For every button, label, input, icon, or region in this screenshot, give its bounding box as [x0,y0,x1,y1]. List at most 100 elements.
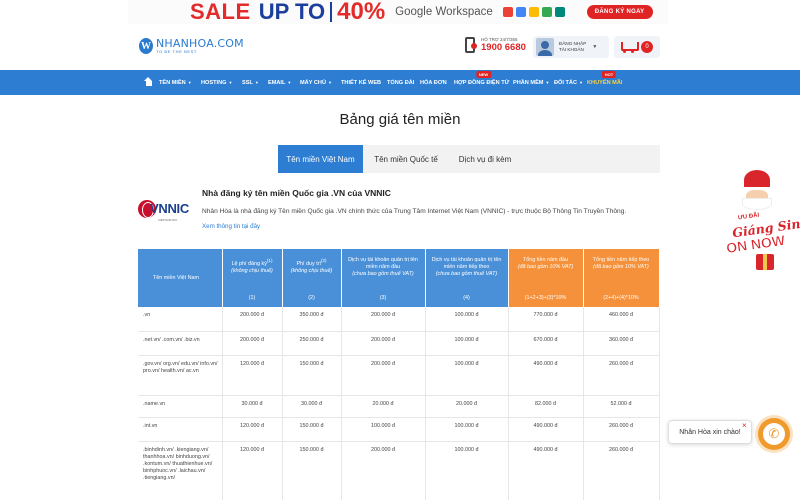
account-line2: TÀI KHOẢN [559,47,584,52]
header-note: (chưa bao gồm thuế VAT) [352,271,414,277]
header-note: (đã bao gồm 10% VAT) [593,264,649,270]
chat-greeting-bubble[interactable]: Nhân Hòa xin chào! [668,420,752,444]
site-logo[interactable]: W NHANHOA.COM TO BE THE BEST [139,38,244,54]
cart-icon [619,41,639,53]
nav-item-label: HÓA ĐƠN [420,79,447,86]
cell-fee: 200.000 đ [222,307,283,332]
registrar-info-link[interactable]: Xem thông tin tại đây [202,223,260,230]
nav-badge: NEW [475,70,492,78]
cell-fee: 120.000 đ [222,417,283,442]
promo-upto-text: UP TO [258,0,326,24]
docs-icon [541,7,552,17]
header-index: (2+4)+(4)*10% [603,295,639,301]
header-index: (3) [379,295,387,301]
account-login-button[interactable]: ĐĂNG NHẬP TÀI KHOẢN ▼ [533,36,609,58]
santa-hat-icon [741,170,773,193]
nav-item-7[interactable]: HÓA ĐƠN [420,80,454,86]
cell-next: 100.000 đ [425,331,509,356]
promo-banner[interactable]: SALE UP TO 40% Google Workspace ĐĂNG KÝ … [128,0,668,24]
page-title: Bảng giá tên miền [339,111,461,128]
cell-name: .gov.vn/ org.vn/ edu.vn/ info.vn/ pro.vn… [138,355,223,396]
promo-discount: 40% [337,0,386,25]
cell-total-first: 490.000 đ [508,355,584,396]
cell-first: 200.000 đ [341,355,426,396]
nav-item-10[interactable]: ĐỐI TÁC ▼ [554,80,587,86]
call-button[interactable]: ✆ [758,418,790,450]
nav-item-2[interactable]: SSL ▼ [242,80,268,86]
table-header-2: Phí duy trì(2) (không chịu thuế) (2) [282,249,342,307]
chat-close-icon[interactable]: × [742,421,747,430]
chevron-down-icon: ▼ [328,79,332,85]
cell-fee: 120.000 đ [222,355,283,396]
nav-item-5[interactable]: THIẾT KẾ WEB [341,80,387,86]
nav-item-label: ĐỐI TÁC [554,79,577,86]
nav-item-3[interactable]: EMAIL ▼ [268,80,300,86]
vnnic-logo: VNNIC VIETNAM NIC [138,197,192,225]
promo-divider [330,2,333,22]
cell-total-next: 360.000 đ [583,331,660,356]
tab-vietnam-domains[interactable]: Tên miền Việt Nam [278,145,363,173]
phone-call-icon: ✆ [763,423,785,445]
cell-fee: 30.000 đ [222,395,283,418]
header-index: (1) [248,295,256,301]
promo-product: Google Workspace [395,6,493,18]
cell-total-first: 770.000 đ [508,307,584,332]
header-text: Tên miền Việt Nam [153,274,200,281]
table-header-4: Dịch vụ tài khoản quản trị tên miền năm … [425,249,509,307]
calendar-icon [515,7,526,17]
table-row: .name.vn 30.000 đ 30.000 đ 20.000 đ 20.000 đ… [138,395,660,418]
cell-total-next: 260.000 đ [583,417,660,442]
nav-item-label: PHẦN MỀM [513,79,544,86]
promo-small-text: ƯU ĐÃI [737,212,760,222]
nav-item-6[interactable]: TỔNG ĐÀI [387,80,420,86]
google-apps-icons [502,7,565,17]
cell-maintain: 150.000 đ [282,417,342,442]
nav-item-4[interactable]: MÁY CHỦ ▼ [300,80,341,86]
nav-item-label: KHUYẾN MÃI [587,79,623,86]
home-icon[interactable] [144,77,153,86]
cell-maintain: 150.000 đ [282,441,342,500]
tab-international-domains[interactable]: Tên miền Quốc tế [363,145,449,173]
header-note: (không chịu thuế) [231,267,273,274]
domain-price-table: Tên miền Việt Nam Lệ phí đăng ký(1) (không… [138,249,660,500]
santa-beard-icon [742,198,772,210]
chevron-down-icon: ▼ [592,44,598,50]
nav-item-label: HOSTING [201,79,227,86]
gift-icon [756,254,774,270]
header-text: Dịch vụ tài khoản quản trị tên miền năm … [348,257,418,270]
cell-maintain: 350.000 đ [282,307,342,332]
logo-mark-icon: W [139,38,153,54]
header-index: (1+2+3)+(3)*10% [524,295,567,301]
table-row: .int.vn 120.000 đ 150.000 đ 100.000 đ 100.00… [138,417,660,442]
nav-item-1[interactable]: HOSTING ▼ [201,80,242,86]
cell-maintain: 30.000 đ [282,395,342,418]
registrar-description: Nhân Hòa là nhà đăng ký Tên miền Quốc gi… [202,208,627,215]
logo-name: NHANHOA.COM [156,37,244,50]
christmas-promo-badge[interactable]: ƯU ĐÃI Giáng Sinh ON NOW [718,170,800,280]
cell-name: .net.vn/ .com.vn/ .biz.vn [138,331,223,356]
vnnic-logo-sub: VIETNAM NIC [158,218,178,222]
table-header-6: Tổng tiền năm tiếp theo (đã bao gồm 10% V… [583,249,660,307]
cart-button[interactable]: 0 [614,36,660,58]
promo-register-button[interactable]: ĐĂNG KÝ NGAY [586,5,653,19]
hotline[interactable]: HỖ TRỢ 24/7/365 1900 6680 [465,37,526,53]
phone-icon [465,37,477,53]
chevron-down-icon: ▼ [187,79,192,85]
cell-total-next: 260.000 đ [583,441,660,500]
chevron-down-icon: ▼ [254,79,259,85]
chevron-down-icon: ▼ [579,79,583,85]
nav-item-label: MÁY CHỦ [300,79,327,86]
nav-item-8[interactable]: HỢP ĐỒNG ĐIỆN TỬ NEW [454,70,513,86]
site-header: W NHANHOA.COM TO BE THE BEST HỖ TRỢ 24/7… [0,24,800,70]
table-row: .net.vn/ .com.vn/ .biz.vn 200.000 đ 250.00… [138,331,660,356]
nav-item-9[interactable]: PHẦN MỀM ▼ [513,80,554,86]
cell-total-first: 82.000 đ [508,395,584,418]
cell-name: .name.vn [138,395,223,418]
table-header-5: Tổng tiền năm đầu (đã bao gồm 10% VAT) (1+… [508,249,584,307]
nav-item-0[interactable]: TÊN MIỀN ▼ [159,80,201,86]
header-note: (không chịu thuế) [290,267,333,274]
header-note: (chưa bao gồm thuế VAT) [435,271,498,277]
nav-item-11[interactable]: KHUYẾN MÃI HOT [587,70,631,86]
cell-first: 200.000 đ [341,441,426,500]
tab-addon-services[interactable]: Dịch vụ đi kèm [449,145,521,173]
